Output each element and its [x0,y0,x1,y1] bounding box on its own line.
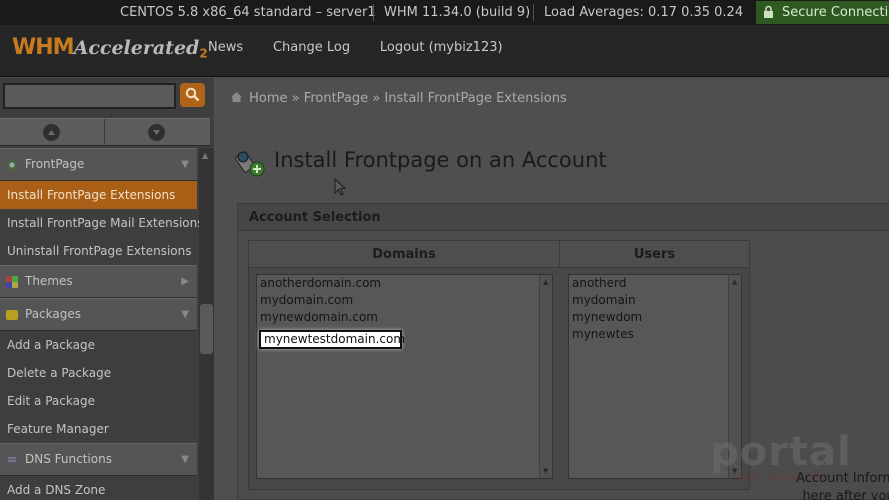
sidebar-scrollbar[interactable]: ▲ [199,148,214,500]
packages-icon [6,310,18,320]
sidebar-item-edit-package[interactable]: Edit a Package [0,387,197,415]
sidebar-category-label: Packages [25,307,81,321]
domain-option[interactable]: mynewdomain.com [257,309,552,326]
nav-changelog-link[interactable]: Change Log [273,40,350,55]
domain-option[interactable]: anotherdomain.com [257,275,552,292]
sidebar-category-frontpage[interactable]: FrontPage ▼ [0,148,197,181]
nav-news-link[interactable]: News [208,40,243,55]
chevron-right-icon: ▶ [181,276,189,287]
lock-icon [764,5,773,18]
whm-logo[interactable]: WHMAccelerated2 [12,35,208,69]
scroll-up-button[interactable] [0,119,104,146]
user-option[interactable]: anotherd [569,275,741,292]
frontpage-icon [7,160,17,170]
server-info: CENTOS 5.8 x86_64 standard – server1 [120,5,376,20]
secure-connection-badge: Secure Connection [756,1,889,24]
sidebar-item-install-frontpage[interactable]: Install FrontPage Extensions [0,181,197,209]
scroll-down-arrow-icon: ▼ [543,467,549,475]
domain-option[interactable]: mydomain.com [257,292,552,309]
chevron-down-icon: ▼ [181,309,189,320]
breadcrumb-separator: » [372,91,381,106]
nav-logout-link[interactable]: Logout (mybiz123) [380,40,503,55]
sidebar-menu: FrontPage ▼ Install FrontPage Extensions… [0,148,204,500]
breadcrumb-home-link[interactable]: Home [249,91,287,106]
whm-version: WHM 11.34.0 (build 9) [384,5,531,20]
logo-accelerated-text: Accelerated [73,37,200,59]
search-icon [185,87,200,102]
scroll-up-arrow-icon: ▲ [543,278,549,286]
user-option[interactable]: mynewdom [569,309,741,326]
sidebar-category-label: Themes [25,274,73,288]
sidebar-scroll-arrows [0,118,210,146]
sidebar-search-input[interactable] [3,83,176,109]
chevron-down-icon: ▼ [181,454,189,465]
sidebar-category-packages[interactable]: Packages ▼ [0,298,197,331]
scroll-up-arrow-icon: ▲ [202,151,209,160]
sidebar-category-label: DNS Functions [25,452,112,466]
breadcrumb-separator: » [291,91,300,106]
account-selection-table: Domains Users anotherdomain.com mydomain… [248,240,750,490]
sidebar-item-add-package[interactable]: Add a Package [0,331,197,359]
secure-connection-label: Secure Connection [782,5,889,20]
user-option[interactable]: mydomain [569,292,741,309]
top-header: WHMAccelerated2 News Change Log Logout (… [0,25,889,77]
breadcrumb: Home » FrontPage » Install FrontPage Ext… [230,91,567,106]
domain-option-highlighted[interactable]: mynewtestdomain.com [259,330,405,349]
domains-scrollbar[interactable]: ▲ ▼ [539,275,552,478]
top-navigation: News Change Log Logout (mybiz123) [208,40,529,55]
page-title: Install Frontpage on an Account [274,148,607,172]
sidebar-item-uninstall-frontpage[interactable]: Uninstall FrontPage Extensions [0,237,197,265]
dns-icon [6,455,18,465]
sidebar-category-dns[interactable]: DNS Functions ▼ [0,443,197,476]
sidebar-item-delete-package[interactable]: Delete a Package [0,359,197,387]
load-averages: Load Averages: 0.17 0.35 0.24 [544,5,744,20]
sidebar-category-themes[interactable]: Themes ▶ [0,265,197,298]
logo-whm-text: WHM [12,35,75,60]
sidebar-item-feature-manager[interactable]: Feature Manager [0,415,197,443]
mouse-cursor-icon [334,178,346,196]
domains-listbox[interactable]: anotherdomain.com mydomain.com mynewdoma… [256,274,553,479]
domains-column-header: Domains [249,241,560,268]
logo-version: 2 [199,46,208,61]
home-icon [231,92,242,102]
scroll-down-button[interactable] [104,119,208,146]
chevron-down-icon: ▼ [181,159,189,170]
portal-watermark: portal web hosting [710,432,860,492]
sidebar-category-label: FrontPage [25,157,85,171]
user-option[interactable]: mynewtes [569,326,741,343]
themes-icon [6,276,18,288]
panel-heading: Account Selection [238,204,889,231]
frontpage-install-icon [235,151,265,177]
users-column-header: Users [560,241,749,268]
scrollbar-thumb[interactable] [200,304,213,354]
sidebar-item-install-frontpage-mail[interactable]: Install FrontPage Mail Extensions [0,209,204,237]
search-button[interactable] [180,83,205,107]
scroll-up-arrow-icon: ▲ [732,278,738,286]
server-status-bar: CENTOS 5.8 x86_64 standard – server1 WHM… [0,0,889,25]
arrow-up-icon [48,130,55,135]
breadcrumb-frontpage-link[interactable]: FrontPage [304,91,368,106]
watermark-brand: portal [710,429,852,475]
arrow-down-icon [153,130,160,135]
breadcrumb-current: Install FrontPage Extensions [384,91,567,106]
sidebar: FrontPage ▼ Install FrontPage Extensions… [0,78,214,500]
sidebar-item-add-dns-zone[interactable]: Add a DNS Zone [0,476,197,500]
